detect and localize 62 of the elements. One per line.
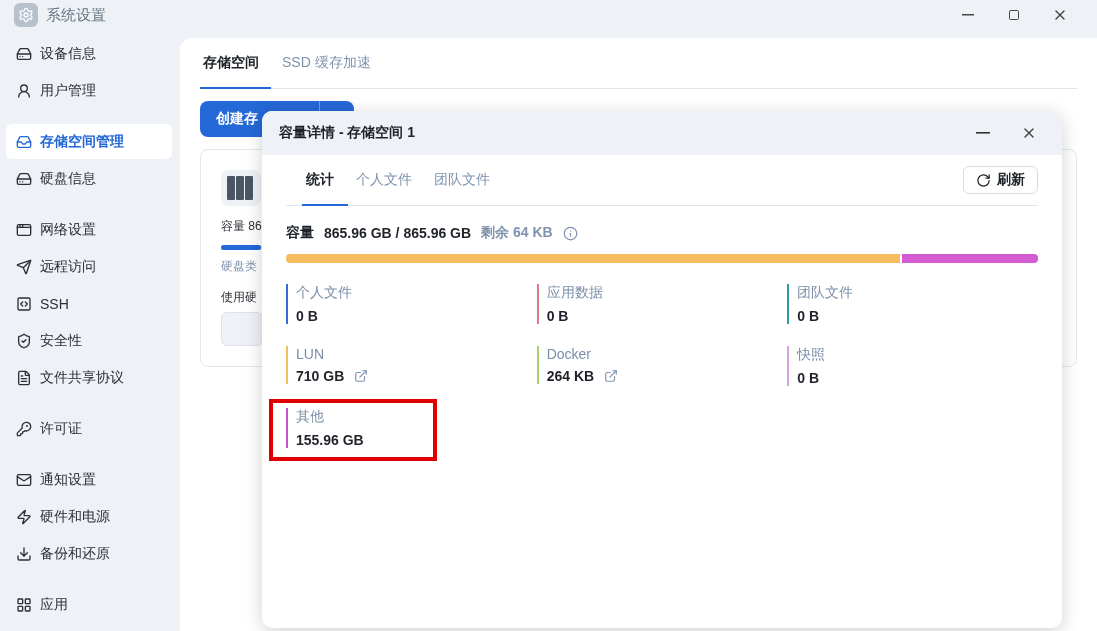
stat-value: 710 GB [296, 368, 345, 384]
minimize-icon [976, 132, 990, 134]
tab[interactable]: 统计 [302, 155, 348, 206]
minimize-icon [962, 14, 974, 16]
sidebar-item[interactable]: 许可证 [6, 411, 172, 446]
refresh-button[interactable]: 刷新 [963, 166, 1038, 194]
stat-label: 个人文件 [296, 284, 352, 302]
sidebar-item[interactable]: 网络设置 [6, 212, 172, 247]
sidebar-item[interactable]: 应用 [6, 587, 172, 622]
inbox-icon [16, 133, 32, 150]
send-icon [16, 258, 32, 275]
user-icon [16, 82, 32, 99]
shield-icon [16, 332, 32, 349]
capacity-text: 容量 86 [221, 217, 262, 235]
code-icon [16, 295, 32, 312]
tab[interactable]: 存储空间 [200, 38, 271, 89]
maximize-icon [1008, 9, 1020, 21]
stat-value: 264 KB [546, 368, 595, 384]
app-icon [14, 3, 38, 27]
info-icon[interactable] [562, 225, 578, 241]
refresh-icon [976, 172, 991, 188]
window-title: 系统设置 [46, 5, 106, 25]
sidebar-item[interactable]: 设备信息 [6, 36, 172, 71]
stat-value: 0 B [797, 370, 820, 386]
stat-label: 应用数据 [546, 284, 603, 302]
stat-value: 0 B [797, 308, 820, 324]
sidebar-item[interactable]: 远程访问 [6, 249, 172, 284]
stat-label: LUN [296, 346, 325, 362]
drive-icon [16, 170, 32, 187]
sidebar-item[interactable]: 安全性 [6, 323, 172, 358]
sidebar-item[interactable]: 文件共享协议 [6, 360, 172, 395]
external-link-icon[interactable] [604, 369, 619, 383]
capacity-label: 容量 [286, 224, 314, 242]
sidebar-item[interactable]: 备份和还原 [6, 536, 172, 571]
stat-label: 快照 [797, 346, 826, 364]
stat-value: 0 B [546, 308, 569, 324]
free-space-text: 剩余 64 KB [481, 224, 553, 242]
power-icon [16, 508, 32, 525]
external-link-icon[interactable] [354, 369, 369, 383]
grid-icon [16, 596, 32, 613]
stat-label: 其他 [296, 408, 325, 426]
document-icon [16, 369, 32, 386]
drive-icon [16, 45, 32, 62]
sidebar-item[interactable]: 存储空间管理 [6, 124, 172, 159]
stat-value: 155.96 GB [296, 432, 364, 448]
sidebar-item[interactable]: SSH [6, 286, 172, 321]
sidebar-item[interactable]: 用户管理 [6, 73, 172, 108]
mail-icon [16, 471, 32, 488]
disks-label: 使用硬 [221, 288, 257, 306]
capacity-bar [221, 244, 263, 250]
sidebar-item[interactable]: 通知设置 [6, 462, 172, 497]
stat-label: Docker [546, 346, 592, 362]
stat-label: 团队文件 [797, 284, 854, 302]
disk-type-text: 硬盘类 [221, 257, 257, 275]
download-icon [16, 545, 32, 562]
sidebar-item[interactable]: 硬盘信息 [6, 161, 172, 196]
window-icon [16, 221, 32, 238]
key-icon [16, 420, 32, 437]
sidebar-item[interactable]: 硬件和电源 [6, 499, 172, 534]
server-icon [221, 170, 261, 206]
capacity-value: 865.96 GB / 865.96 GB [324, 225, 472, 241]
stat-value: 0 B [296, 308, 318, 324]
